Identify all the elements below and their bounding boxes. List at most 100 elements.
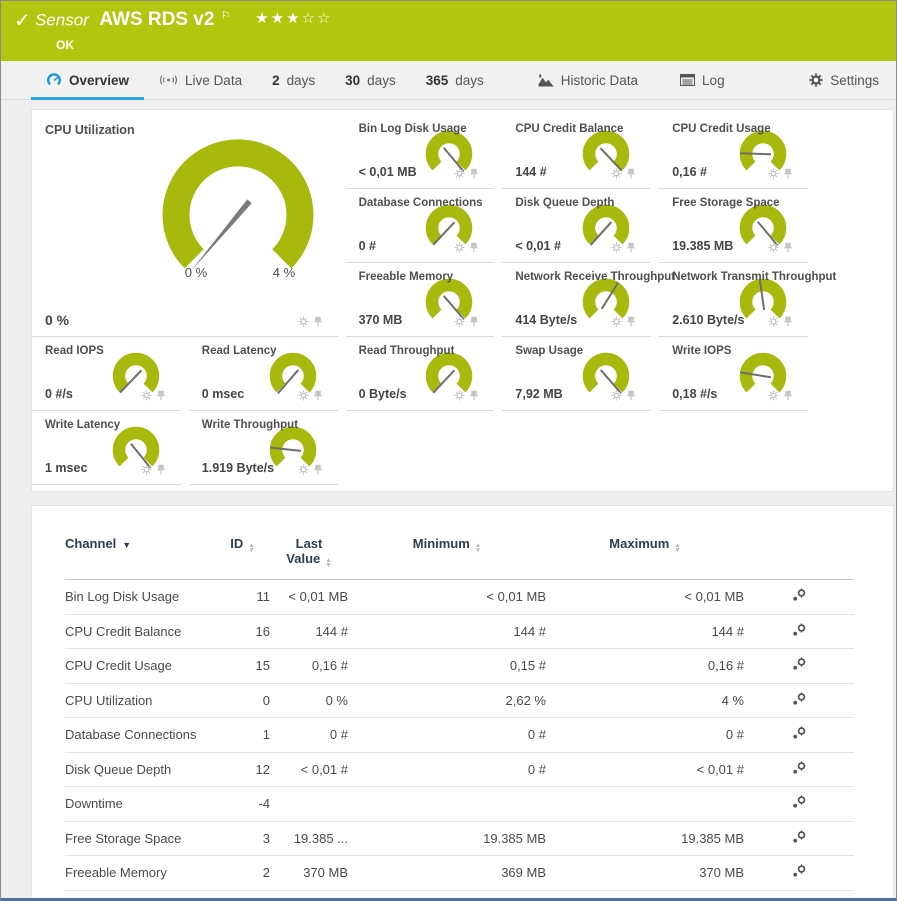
column-header-id[interactable]: ID ▲ ▼	[215, 532, 270, 580]
gauge-gear-icon[interactable]	[768, 240, 779, 258]
gauge-cell[interactable]: Network Transmit Throughput 2.610 Byte/s	[659, 263, 836, 337]
gauge-pin-icon[interactable]	[313, 462, 323, 480]
column-label: Maximum	[609, 536, 670, 551]
gauge-cell[interactable]: Read Latency 0 msec	[188, 337, 338, 411]
tab-label: Live Data	[185, 72, 243, 88]
gauge-gear-icon[interactable]	[611, 388, 622, 406]
tab-historic-data[interactable]: Historic Data	[523, 61, 653, 99]
gauge-icon	[46, 73, 62, 87]
tab-log[interactable]: Log	[665, 61, 740, 99]
gauge-pin-icon[interactable]	[313, 314, 323, 332]
channel-id: 2	[215, 855, 270, 891]
gauge-pin-icon[interactable]	[783, 314, 793, 332]
tab-number: 2	[272, 72, 280, 88]
gauge-gear-icon[interactable]	[768, 314, 779, 332]
gauge-cell[interactable]: Read Throughput 0 Byte/s	[345, 337, 495, 411]
gauge-label: Free Storage Space	[672, 197, 780, 209]
channel-last-value: 144 #	[270, 614, 348, 649]
channel-settings-icon[interactable]	[792, 657, 807, 674]
column-header-minimum[interactable]: Minimum ▲ ▼	[348, 532, 546, 580]
channel-settings-icon[interactable]	[792, 691, 807, 709]
gauge-value: 370 MB	[358, 313, 403, 327]
tab-30-days[interactable]: 30 days	[330, 61, 411, 99]
gauge-cell[interactable]: Network Receive Throughput 414 Byte/s	[502, 263, 675, 337]
gauge-value: 1.919 Byte/s	[201, 461, 275, 475]
tab-label: Overview	[69, 72, 130, 88]
gauge-cell[interactable]: Database Connections 0 #	[345, 189, 495, 263]
gauge-pin-icon[interactable]	[626, 166, 636, 184]
gauge-gear-icon[interactable]	[611, 240, 622, 258]
gauge-pin-icon[interactable]	[783, 240, 793, 258]
gauge-cell-cpu-utilization[interactable]: CPU Utilization 0 % 4 % 0 %	[32, 115, 338, 337]
gauge-cell[interactable]: Write IOPS 0,18 #/s	[659, 337, 808, 411]
gauge-pin-icon[interactable]	[156, 462, 166, 480]
gauge-scale-max: 4 %	[272, 265, 296, 280]
gauge-gear-icon[interactable]	[611, 166, 622, 184]
channel-settings-icon[interactable]	[792, 588, 807, 605]
table-row: Disk Queue Depth 12 < 0,01 # 0 # < 0,01 …	[65, 752, 854, 787]
gauge-cell[interactable]: Write Throughput 1.919 Byte/s	[188, 411, 338, 485]
channel-settings-icon[interactable]	[792, 760, 807, 778]
channel-maximum: < 0,01 MB	[546, 579, 744, 615]
flag-icon[interactable]: ⚐	[221, 10, 231, 22]
gauge-pin-icon[interactable]	[469, 388, 479, 406]
column-header-last-value[interactable]: Last Value ▲ ▼	[270, 532, 348, 580]
channel-id: -4	[215, 786, 270, 822]
channel-settings-icon[interactable]	[792, 726, 807, 743]
channel-id: 1	[215, 717, 270, 753]
gauge-label: Write Latency	[45, 419, 121, 431]
channel-settings-icon[interactable]	[792, 795, 807, 812]
table-row: CPU Utilization 0 0 % 2,62 % 4 %	[65, 683, 854, 718]
gauge-pin-icon[interactable]	[626, 240, 636, 258]
gauge-pin-icon[interactable]	[783, 166, 793, 184]
gauge-gear-icon[interactable]	[768, 166, 779, 184]
gauge-pin-icon[interactable]	[469, 314, 479, 332]
gauge-gear-icon[interactable]	[454, 240, 465, 258]
gauge-gear-icon[interactable]	[611, 314, 622, 332]
gauge-cell[interactable]: Write Latency 1 msec	[32, 411, 181, 485]
gauge-pin-icon[interactable]	[626, 314, 636, 332]
gauge-gear-icon[interactable]	[141, 388, 152, 406]
gauge-cell[interactable]: Freeable Memory 370 MB	[345, 263, 495, 337]
tab-365-days[interactable]: 365 days	[411, 61, 499, 99]
gauge-gear-icon[interactable]	[454, 314, 465, 332]
gauge-pin-icon[interactable]	[156, 388, 166, 406]
tab-2-days[interactable]: 2 days	[257, 61, 330, 99]
table-row: Downtime -4	[65, 786, 854, 822]
channel-settings-icon[interactable]	[792, 622, 807, 640]
channel-maximum: < 0,01 #	[546, 752, 744, 787]
gauge-cell[interactable]: Free Storage Space 19.385 MB	[659, 189, 808, 263]
gauge-gear-icon[interactable]	[298, 462, 309, 480]
channel-last-value	[270, 786, 348, 822]
gauge-pin-icon[interactable]	[469, 166, 479, 184]
gauge-cell[interactable]: CPU Credit Balance 144 #	[502, 115, 652, 189]
gauge-gear-icon[interactable]	[298, 388, 309, 406]
channel-id: 15	[215, 648, 270, 684]
gauge-pin-icon[interactable]	[469, 240, 479, 258]
channel-maximum: 144 #	[546, 614, 744, 649]
gauge-gear-icon[interactable]	[298, 314, 309, 332]
log-icon	[680, 74, 696, 86]
channel-settings-icon[interactable]	[792, 864, 807, 881]
gauge-pin-icon[interactable]	[783, 388, 793, 406]
column-header-channel[interactable]: Channel ▼	[65, 532, 215, 580]
gauge-value: 144 #	[515, 165, 547, 179]
column-header-maximum[interactable]: Maximum ▲ ▼	[546, 532, 744, 580]
gauge-cell[interactable]: Disk Queue Depth < 0,01 #	[502, 189, 652, 263]
gauge-gear-icon[interactable]	[141, 462, 152, 480]
gauge-gear-icon[interactable]	[454, 166, 465, 184]
tab-live-data[interactable]: Live Data	[144, 61, 257, 99]
gauge-gear-icon[interactable]	[454, 388, 465, 406]
gauge-cell[interactable]: CPU Credit Usage 0,16 #	[659, 115, 808, 189]
channel-settings-icon[interactable]	[792, 829, 807, 847]
gauge-gear-icon[interactable]	[768, 388, 779, 406]
gauge-pin-icon[interactable]	[313, 388, 323, 406]
gauge-cell[interactable]: Swap Usage 7,92 MB	[502, 337, 652, 411]
gauge-cell[interactable]: Read IOPS 0 #/s	[32, 337, 181, 411]
sort-icon: ▲ ▼	[674, 542, 681, 554]
priority-stars[interactable]: ★★★☆☆	[255, 10, 332, 27]
tab-overview[interactable]: Overview	[31, 61, 145, 100]
gauge-pin-icon[interactable]	[626, 388, 636, 406]
tab-settings[interactable]: Settings	[794, 61, 894, 99]
gauge-cell[interactable]: Bin Log Disk Usage < 0,01 MB	[345, 115, 495, 189]
